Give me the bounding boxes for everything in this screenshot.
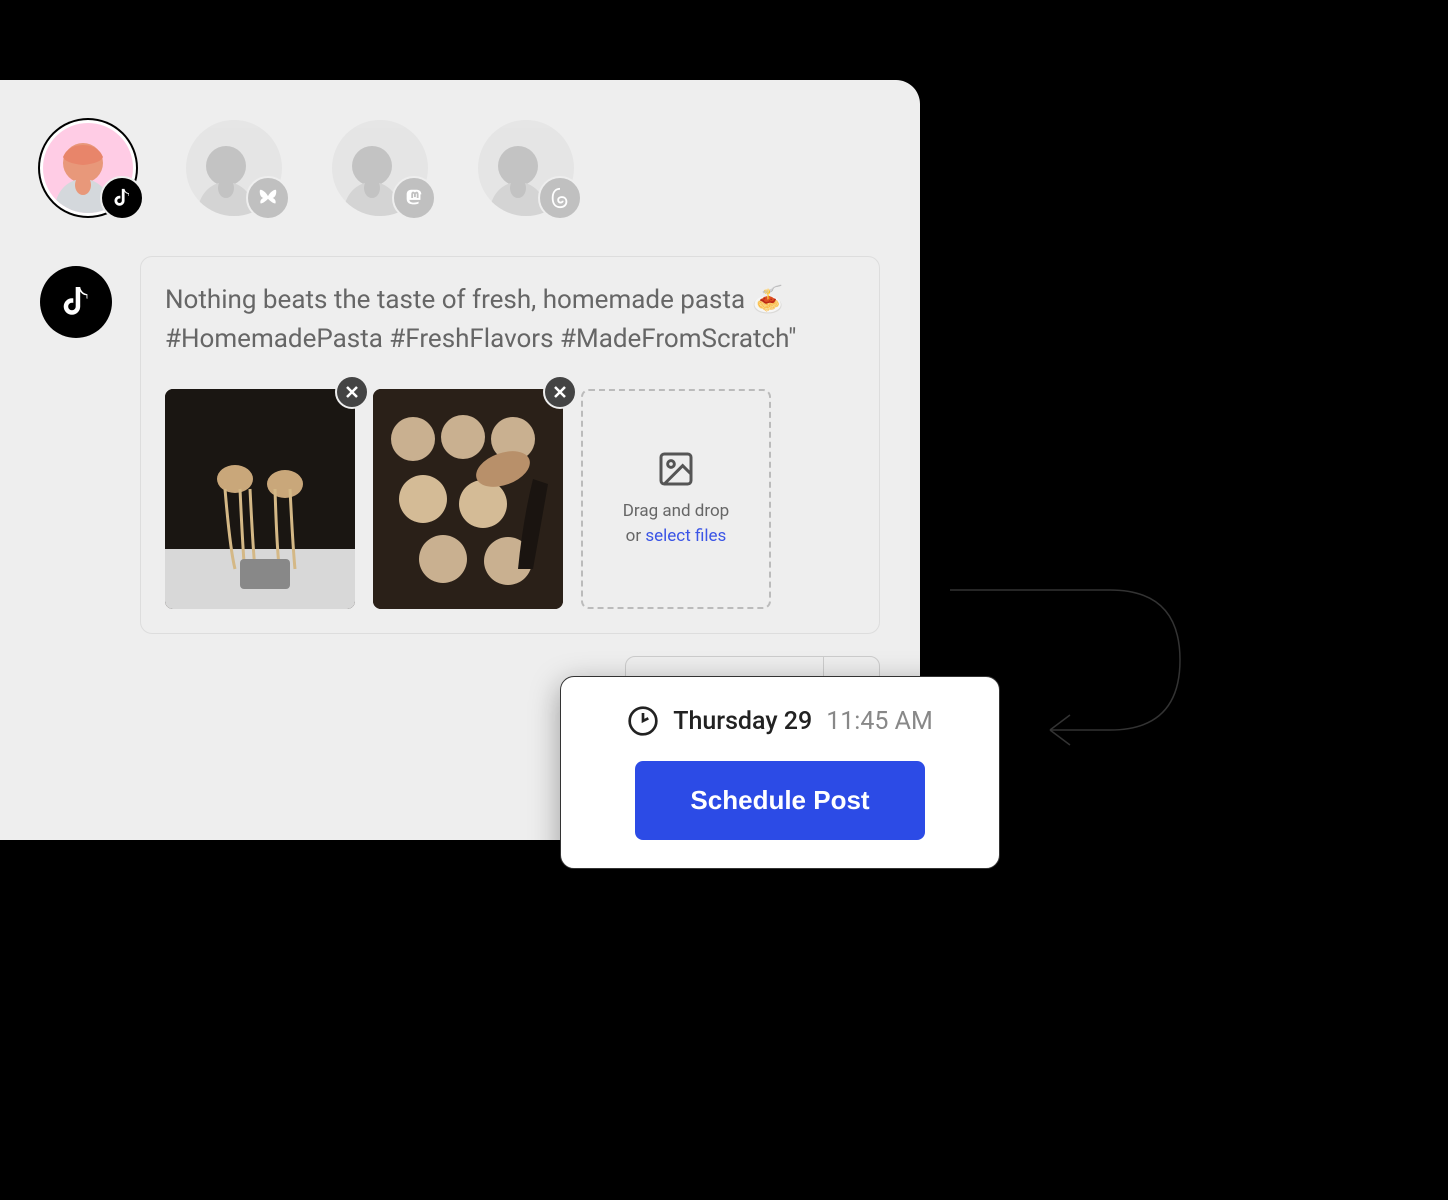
account-threads[interactable] [478, 120, 574, 216]
compose-card: Nothing beats the taste of fresh, homema… [140, 256, 880, 634]
schedule-date: Thursday 29 [673, 707, 812, 736]
remove-media-button[interactable] [335, 375, 369, 409]
media-thumb-2[interactable] [373, 389, 563, 609]
bluesky-icon [246, 176, 290, 220]
tiktok-icon [100, 176, 144, 220]
compose-platform-tiktok-icon [40, 266, 112, 338]
account-tiktok[interactable] [40, 120, 136, 216]
media-dropzone[interactable]: Drag and drop or select files [581, 389, 771, 609]
schedule-time: 11:45 AM [826, 707, 933, 736]
account-selector-row [40, 120, 880, 216]
mastodon-icon [392, 176, 436, 220]
select-files-link[interactable]: select files [645, 526, 726, 546]
threads-icon [538, 176, 582, 220]
post-text-input[interactable]: Nothing beats the taste of fresh, homema… [165, 281, 855, 359]
image-icon [656, 449, 696, 489]
clock-icon [627, 705, 659, 737]
dropzone-text: Drag and drop or select files [623, 499, 729, 550]
account-bluesky[interactable] [186, 120, 282, 216]
media-attachments: Drag and drop or select files [165, 389, 855, 609]
compose-row: Nothing beats the taste of fresh, homema… [40, 256, 880, 634]
remove-media-button[interactable] [543, 375, 577, 409]
schedule-post-button[interactable]: Schedule Post [635, 761, 925, 840]
schedule-popover: Thursday 29 11:45 AM Schedule Post [560, 676, 1000, 869]
media-thumb-1[interactable] [165, 389, 355, 609]
schedule-datetime[interactable]: Thursday 29 11:45 AM [589, 705, 971, 737]
account-mastodon[interactable] [332, 120, 428, 216]
